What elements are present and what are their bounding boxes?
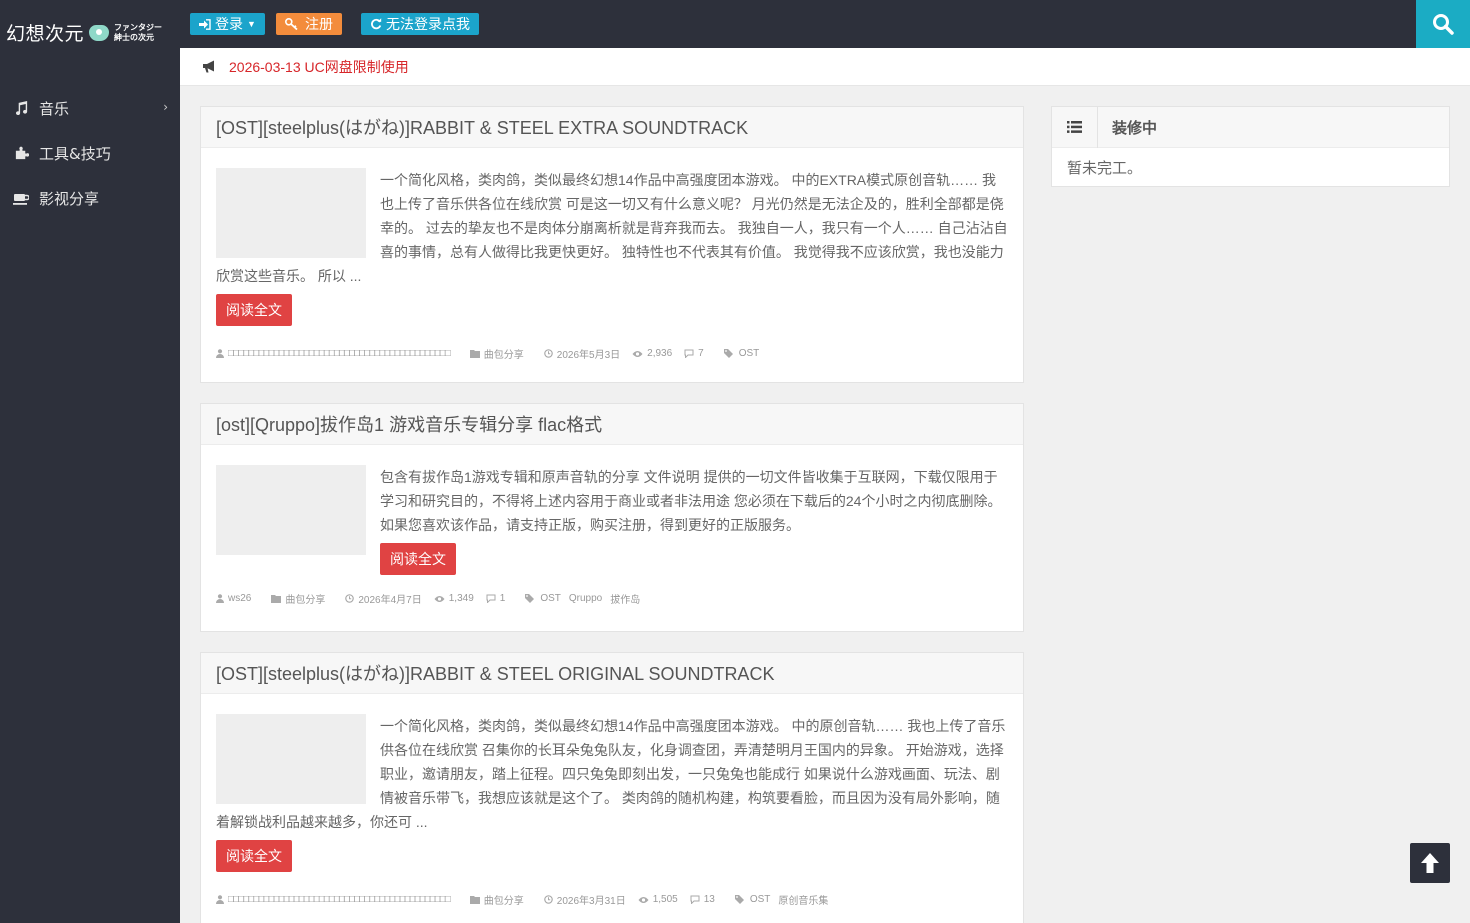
widget-title: 装修中 [1112,119,1158,137]
sign-in-icon [199,18,211,30]
post-thumbnail[interactable] [216,465,366,555]
post-category[interactable]: 曲包分享 [469,892,524,907]
clock-icon [543,895,553,904]
search-icon [1433,14,1454,35]
read-more-button[interactable]: 阅读全文 [216,840,292,872]
logo-subtitle: ファンタジー 紳士の次元 [114,22,163,42]
post-meta: □□□□□□□□□□□□□□□□□□□□□□□□□□□□□□□□□□□□□□□□… [216,346,1008,387]
post-thumbnail[interactable] [216,168,366,258]
post-author[interactable]: ws26 [216,593,251,604]
music-icon [12,100,30,118]
search-button[interactable] [1416,0,1470,48]
sidebar-widget: 装修中 暂未完工。 [1051,106,1450,187]
refresh-icon [371,18,382,30]
clock-icon [345,594,355,603]
caret-down-icon: ▼ [247,19,256,29]
eye-icon [638,896,649,903]
post-meta: □□□□□□□□□□□□□□□□□□□□□□□□□□□□□□□□□□□□□□□□… [216,892,1008,923]
chevron-right-icon: › [163,100,168,114]
post-body: 一个简化风格，类肉鸽，类似最终幻想14作品中高强度团本游戏。 中的EXTRA模式… [201,148,1023,387]
post-tag[interactable]: 原创音乐集 [778,892,828,907]
post-tag[interactable]: 拔作岛 [610,591,640,606]
comment-icon [486,594,496,603]
sidebar-nav: 音乐 › 工具&技巧 影视分享 [0,86,180,221]
sidebar-item-label: 影视分享 [39,190,100,208]
user-icon [216,594,224,603]
post-views: 2,936 [632,348,672,359]
post-category[interactable]: 曲包分享 [271,591,325,606]
post-card: [ost][Qruppo]拔作岛1 游戏音乐专辑分享 flac格式 包含有拔作岛… [200,403,1024,632]
sidebar: 幻想次元 ファンタジー 紳士の次元 音乐 › 工具&技巧 影视分享 [0,0,180,923]
logo-text: 幻想次元 [6,23,85,45]
arrow-up-icon [1421,853,1439,873]
post-header: [ost][Qruppo]拔作岛1 游戏音乐专辑分享 flac格式 [201,404,1023,445]
user-icon [216,349,224,358]
post-author[interactable]: □□□□□□□□□□□□□□□□□□□□□□□□□□□□□□□□□□□□□□□□… [216,348,451,359]
post-tag[interactable]: Qruppo [569,593,602,604]
post-thumbnail[interactable] [216,714,366,804]
list-icon [1052,106,1098,148]
post-date: 2026年5月3日 [543,346,620,361]
login-button[interactable]: 登录 ▼ [190,13,265,35]
top-bar: 登录 ▼ 注册 无法登录点我 [180,0,1470,48]
folder-icon [469,349,480,358]
eye-icon [434,595,445,602]
sidebar-item-label: 音乐 [39,100,70,118]
notice-bar: 2026-03-13 UC网盘限制使用 [180,48,1470,86]
coffee-icon [12,190,30,208]
post-tag[interactable]: OST [739,348,760,359]
post-tags: OST [723,348,768,359]
post-title[interactable]: [OST][steelplus(はがね)]RABBIT & STEEL ORIG… [216,660,774,686]
post-title[interactable]: [OST][steelplus(はがね)]RABBIT & STEEL EXTR… [216,114,748,140]
post-views: 1,505 [638,894,678,905]
bullhorn-icon [203,60,214,73]
post-title[interactable]: [ost][Qruppo]拔作岛1 游戏音乐专辑分享 flac格式 [216,411,602,437]
tags-icon [734,895,744,904]
post-card: [OST][steelplus(はがね)]RABBIT & STEEL ORIG… [200,652,1024,923]
post-meta: ws26 曲包分享 2026年4月7日 1,349 1 OST Qruppo 拔… [216,591,1008,632]
widget-header: 装修中 [1052,106,1449,148]
post-date: 2026年4月7日 [345,591,422,606]
tags-icon [525,594,535,603]
post-tag[interactable]: OST [750,894,771,905]
read-more-button[interactable]: 阅读全文 [216,294,292,326]
back-to-top-button[interactable] [1410,843,1450,883]
notice-text[interactable]: 2026-03-13 UC网盘限制使用 [229,57,409,77]
post-category[interactable]: 曲包分享 [469,346,524,361]
logo-heart-icon [86,23,112,43]
folder-icon [271,594,282,603]
eye-icon [632,350,643,357]
post-card: [OST][steelplus(はがね)]RABBIT & STEEL EXTR… [200,106,1024,383]
sidebar-item-video[interactable]: 影视分享 [0,176,180,221]
post-views: 1,349 [434,593,474,604]
tags-icon [723,349,733,358]
post-tags: OST 原创音乐集 [734,892,837,907]
comment-icon [684,349,694,358]
widget-body: 暂未完工。 [1067,160,1143,177]
sidebar-item-tools[interactable]: 工具&技巧 [0,131,180,176]
folder-icon [469,895,480,904]
post-comments[interactable]: 13 [690,894,715,905]
site-logo[interactable]: 幻想次元 ファンタジー 紳士の次元 [0,0,180,65]
key-icon [285,18,298,30]
post-comments[interactable]: 7 [684,348,704,359]
post-header: [OST][steelplus(はがね)]RABBIT & STEEL ORIG… [201,653,1023,694]
post-tags: OST Qruppo 拔作岛 [525,591,648,606]
post-author[interactable]: □□□□□□□□□□□□□□□□□□□□□□□□□□□□□□□□□□□□□□□□… [216,894,451,905]
post-date: 2026年3月31日 [543,892,626,907]
post-comments[interactable]: 1 [486,593,505,604]
comment-icon [690,895,700,904]
puzzle-icon [12,145,30,163]
read-more-button[interactable]: 阅读全文 [380,543,456,575]
post-header: [OST][steelplus(はがね)]RABBIT & STEEL EXTR… [201,107,1023,148]
sidebar-item-music[interactable]: 音乐 › [0,86,180,131]
clock-icon [543,349,553,358]
post-body: 包含有拔作岛1游戏专辑和原声音轨的分享 文件说明 提供的一切文件皆收集于互联网，… [201,445,1023,632]
post-body: 一个简化风格，类肉鸽，类似最终幻想14作品中高强度团本游戏。 中的原创音轨…… … [201,694,1023,923]
register-button[interactable]: 注册 [276,13,342,35]
cannot-login-button[interactable]: 无法登录点我 [361,13,479,35]
post-tag[interactable]: OST [540,593,561,604]
user-icon [216,895,224,904]
sidebar-item-label: 工具&技巧 [39,145,111,163]
